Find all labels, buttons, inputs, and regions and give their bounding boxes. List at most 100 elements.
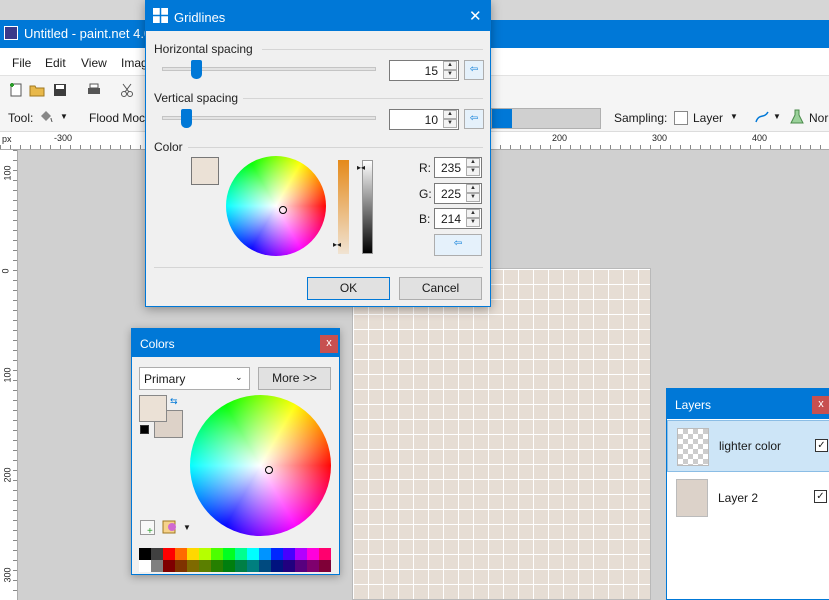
menu-file[interactable]: File (12, 56, 31, 70)
palette-swatch[interactable] (139, 548, 151, 560)
spin-down-icon[interactable]: ▼ (466, 167, 480, 176)
spin-up-icon[interactable]: ▲ (466, 209, 480, 218)
cancel-button[interactable]: Cancel (399, 277, 482, 300)
layers-title-bar[interactable]: Layers x (667, 389, 829, 419)
palette-menu-icon[interactable] (162, 519, 178, 535)
palette-swatch[interactable] (199, 548, 211, 560)
blend-mode-icon[interactable] (789, 109, 805, 125)
palette-swatch[interactable] (307, 560, 319, 572)
save-icon[interactable] (52, 82, 68, 98)
gridlines-title-bar[interactable]: Gridlines ✕ (146, 1, 490, 31)
spin-down-icon[interactable]: ▼ (466, 193, 480, 202)
spin-up-icon[interactable]: ▲ (443, 110, 457, 119)
grid-color-wheel[interactable] (226, 156, 326, 256)
palette-swatch[interactable] (259, 548, 271, 560)
palette-swatch[interactable] (139, 560, 151, 572)
swap-colors-icon[interactable]: ⇆ (170, 396, 178, 407)
layer-visibility-checkbox[interactable]: ✓ (815, 439, 828, 452)
spin-down-icon[interactable]: ▼ (443, 119, 457, 128)
vertical-spacing-slider-thumb[interactable] (181, 109, 192, 128)
palette-swatch[interactable] (307, 548, 319, 560)
palette-swatch[interactable] (187, 548, 199, 560)
palette-swatch[interactable] (319, 560, 331, 572)
palette-swatch[interactable] (295, 548, 307, 560)
green-input[interactable]: 225 ▲ ▼ (434, 183, 482, 204)
layers-close-button[interactable]: x (812, 396, 829, 414)
palette-swatch[interactable] (259, 560, 271, 572)
vertical-spacing-input[interactable]: 10 ▲ ▼ (389, 109, 459, 130)
palette-swatch[interactable] (211, 548, 223, 560)
palette-swatch[interactable] (211, 560, 223, 572)
vertical-reset-button[interactable]: ⇦ (464, 109, 484, 129)
colors-title-bar[interactable]: Colors x (132, 329, 339, 357)
image-canvas-with-grid[interactable] (352, 268, 651, 600)
palette-swatch[interactable] (223, 548, 235, 560)
vertical-spacing-slider-track[interactable] (162, 116, 376, 120)
colors-close-button[interactable]: x (320, 335, 338, 353)
palette-swatch[interactable] (283, 548, 295, 560)
palette-swatch[interactable] (187, 560, 199, 572)
palette-swatch[interactable] (235, 560, 247, 572)
palette-swatch[interactable] (175, 548, 187, 560)
spin-up-icon[interactable]: ▲ (466, 158, 480, 167)
palette-swatch[interactable] (271, 548, 283, 560)
layer-visibility-checkbox[interactable]: ✓ (814, 490, 827, 503)
palette-swatch[interactable] (235, 548, 247, 560)
antialiasing-icon[interactable] (754, 109, 770, 125)
menu-view[interactable]: View (81, 56, 107, 70)
color-wheel-cursor[interactable] (265, 466, 273, 474)
palette-swatch[interactable] (295, 560, 307, 572)
menu-image[interactable]: Imag (121, 56, 148, 70)
paint-bucket-icon[interactable] (38, 109, 54, 125)
slider-marker-icon[interactable]: ▸◂ (357, 163, 365, 172)
color-palette[interactable] (139, 548, 331, 572)
blend-mode-value[interactable]: Nor (809, 111, 828, 125)
palette-swatch[interactable] (319, 548, 331, 560)
new-file-icon[interactable] (8, 82, 24, 98)
tool-dropdown-arrow-icon[interactable]: ▼ (60, 112, 68, 121)
color-target-select[interactable]: Primary ⌄ (139, 367, 250, 390)
layer-row-lighter-color[interactable]: lighter color ✓ (667, 420, 829, 472)
sampling-dropdown-arrow-icon[interactable]: ▼ (730, 112, 738, 121)
reset-colors-icon[interactable] (140, 425, 149, 434)
grid-color-wheel-cursor[interactable] (279, 206, 287, 214)
palette-swatch[interactable] (163, 548, 175, 560)
palette-swatch[interactable] (151, 560, 163, 572)
primary-color-swatch[interactable] (139, 395, 167, 422)
color-reset-button[interactable]: ⇦ (434, 234, 482, 256)
palette-swatch[interactable] (271, 560, 283, 572)
more-button[interactable]: More >> (258, 367, 331, 390)
close-icon[interactable]: ✕ (469, 7, 482, 25)
cut-icon[interactable] (119, 82, 135, 98)
add-palette-color-icon[interactable]: + (140, 520, 155, 537)
blue-input[interactable]: 214 ▲ ▼ (434, 208, 482, 229)
horizontal-reset-button[interactable]: ⇦ (464, 60, 484, 80)
spin-up-icon[interactable]: ▲ (443, 61, 457, 70)
ok-button[interactable]: OK (307, 277, 390, 300)
tolerance-slider[interactable] (491, 108, 601, 129)
palette-swatch[interactable] (247, 548, 259, 560)
open-file-icon[interactable] (29, 82, 45, 98)
menu-edit[interactable]: Edit (45, 56, 66, 70)
palette-swatch[interactable] (175, 560, 187, 572)
antialiasing-dropdown-arrow-icon[interactable]: ▼ (773, 112, 781, 121)
grid-color-swatch[interactable] (191, 157, 219, 185)
sampling-value[interactable]: Layer (693, 111, 723, 125)
palette-swatch[interactable] (151, 548, 163, 560)
spin-down-icon[interactable]: ▼ (466, 218, 480, 227)
palette-swatch[interactable] (223, 560, 235, 572)
horizontal-spacing-input[interactable]: 15 ▲ ▼ (389, 60, 459, 81)
layer-row-layer-2[interactable]: Layer 2 ✓ (667, 472, 829, 524)
palette-swatch[interactable] (247, 560, 259, 572)
red-input[interactable]: 235 ▲ ▼ (434, 157, 482, 178)
horizontal-spacing-slider-thumb[interactable] (191, 60, 202, 79)
spin-up-icon[interactable]: ▲ (466, 184, 480, 193)
value-bar[interactable] (362, 160, 373, 254)
color-wheel[interactable] (190, 395, 331, 536)
spin-down-icon[interactable]: ▼ (443, 70, 457, 79)
print-icon[interactable] (86, 82, 102, 98)
palette-swatch[interactable] (163, 560, 175, 572)
palette-swatch[interactable] (283, 560, 295, 572)
palette-dropdown-arrow-icon[interactable]: ▼ (183, 523, 191, 532)
palette-swatch[interactable] (199, 560, 211, 572)
